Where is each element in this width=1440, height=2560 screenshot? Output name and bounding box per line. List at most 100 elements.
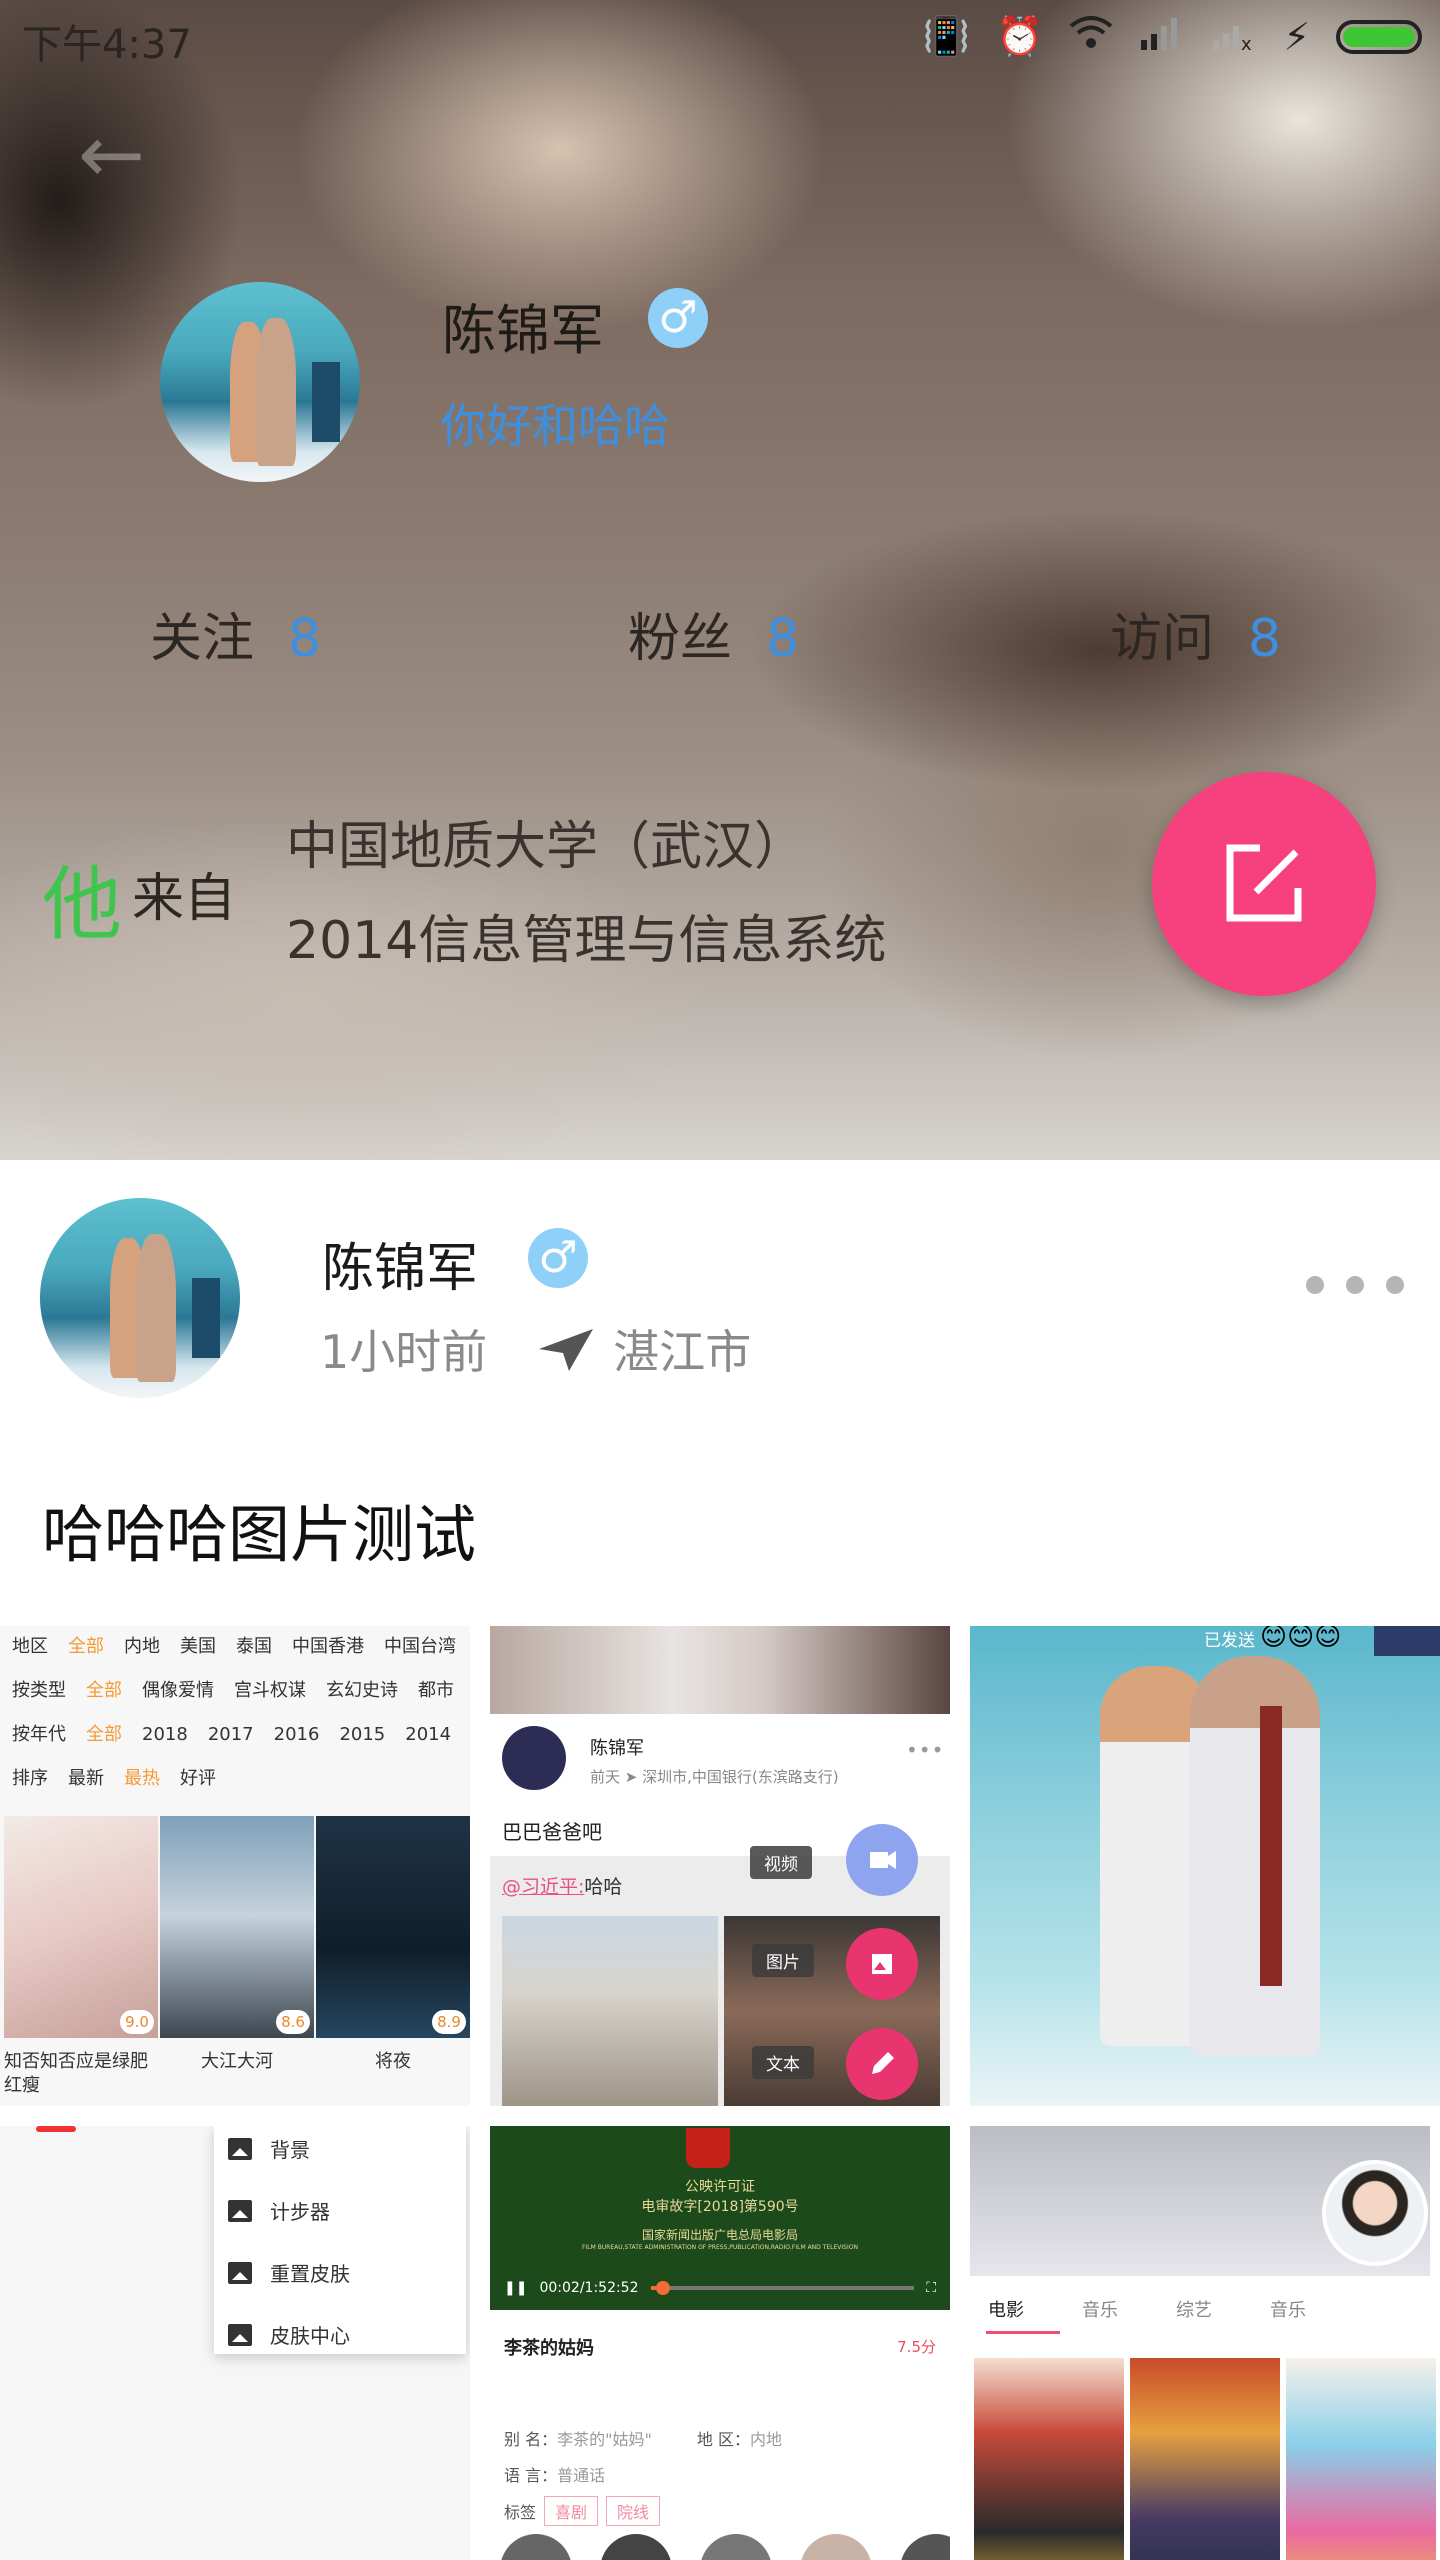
status-icons: 📳 ⏰ x ⚡ (923, 14, 1422, 59)
emoji-row: 😊😊😊 (1260, 1626, 1342, 1652)
signal-icon (1139, 15, 1185, 59)
menu-item-skin-center: 皮肤中心 (228, 2320, 350, 2349)
back-arrow-icon[interactable]: ← (78, 108, 145, 201)
post-image-4[interactable]: 背景 计步器 重置皮肤 皮肤中心 (0, 2126, 470, 2560)
license-line: 公映许可证 (685, 2179, 755, 2195)
post-time: 1小时前 (320, 1325, 488, 1379)
poster-title: 知否知否应是绿肥红瘦 (4, 2051, 148, 2096)
sent-label: 已发送 (1204, 1631, 1255, 1651)
post-image-1[interactable]: 地区 全部 内地 美国 泰国 中国香港 中国台湾 按类型 全部 偶像爱情 宫斗权谋 玄幻史诗 都市 按… (0, 1626, 470, 2106)
video-camera-icon (846, 1824, 918, 1896)
tab-movie: 电影 (986, 2276, 1082, 2340)
fullscreen-icon: ⛶ (926, 2280, 936, 2296)
movie-score: 7.5分 (897, 2338, 936, 2356)
feed-avatar (502, 1726, 566, 1790)
video-player: 公映许可证 电审故字[2018]第590号 国家新闻出版广电总局电影局 FILM… (490, 2126, 950, 2310)
location-arrow-icon (539, 1329, 594, 1371)
stat-fans-label: 粉丝 (628, 609, 733, 669)
image-icon (228, 2323, 252, 2346)
poster-title: 将夜 (375, 2051, 411, 2072)
feed-link-line: @习近平:哈哈 (502, 1876, 623, 1898)
feed-image-1 (502, 1916, 718, 2106)
movie-language: 语 言：普通话 (504, 2466, 606, 2485)
user-avatar (1322, 2160, 1428, 2266)
status-time: 下午4:37 (22, 22, 192, 68)
poster-2: 8.6 (160, 1816, 314, 2038)
stat-visits[interactable]: 访问 8 (1110, 596, 1281, 671)
red-mark (36, 2126, 76, 2132)
stat-fans[interactable]: 粉丝 8 (628, 596, 799, 671)
filter-row-year: 按年代全部2018201720162015201420 (12, 1724, 452, 1745)
post-meta: 1小时前 湛江市 (320, 1316, 751, 1382)
filter-row-type: 按类型 全部 偶像爱情 宫斗权谋 玄幻史诗 都市 (12, 1680, 454, 1701)
school-major: 2014信息管理与信息系统 (286, 911, 887, 971)
pencil-icon (846, 2028, 918, 2100)
school-info: 中国地质大学（武汉） 2014信息管理与信息系统 (286, 800, 886, 988)
movie-poster (1130, 2358, 1280, 2560)
from-pronoun: 他 (42, 858, 122, 951)
poster-1: 9.0 (4, 1816, 158, 2038)
emblem (686, 2128, 730, 2168)
from-label: 来自 (132, 869, 237, 929)
image-icon (846, 1928, 918, 2000)
feed-meta: 前天 ➤ 深圳市,中国银行(东滨路支行) (590, 1768, 839, 1786)
edit-icon (1226, 844, 1302, 922)
stat-following[interactable]: 关注 8 (150, 596, 321, 671)
image-label: 图片 (752, 1944, 814, 1977)
male-gender-icon: ♂ (528, 1228, 588, 1288)
video-label: 视频 (750, 1846, 812, 1879)
more-options-icon[interactable] (1306, 1276, 1404, 1294)
tab-variety: 综艺 (1176, 2300, 1212, 2321)
poster-title: 大江大河 (201, 2051, 273, 2072)
post-image-5[interactable]: 公映许可证 电审故字[2018]第590号 国家新闻出版广电总局电影局 FILM… (490, 2126, 950, 2560)
poster-score: 8.6 (276, 2010, 310, 2034)
poster-3: 8.9 (316, 1816, 470, 2038)
text-label: 文本 (752, 2046, 814, 2079)
post-image-3[interactable]: 已发送 😊😊😊 (970, 1626, 1440, 2106)
license-line: 电审故字[2018]第590号 (641, 2199, 799, 2215)
profile-name: 陈锦军 (442, 299, 604, 362)
alarm-icon: ⏰ (995, 14, 1044, 58)
poster-score: 9.0 (120, 2010, 154, 2034)
photo-strip (490, 1626, 950, 1714)
pause-icon: ❚❚ (504, 2280, 528, 2296)
movie-alias-region: 别 名：李茶的"姑妈" 地 区：内地 (504, 2430, 783, 2449)
menu-item-reset-skin: 重置皮肤 (228, 2258, 350, 2287)
license-line: FILM BUREAU,STATE ADMINISTRATION OF PRES… (582, 2244, 858, 2251)
menu-item-pedometer: 计步器 (228, 2196, 330, 2225)
profile-signature: 你好和哈哈 (440, 399, 670, 453)
filter-row-sort: 排序 最新 最热 好评 (12, 1768, 216, 1789)
stat-visits-value: 8 (1248, 609, 1282, 669)
post-image-2[interactable]: 陈锦军 前天 ➤ 深圳市,中国银行(东滨路支行) ••• 巴巴爸爸吧 @习近平:… (490, 1626, 950, 2106)
cast-avatar (900, 2534, 950, 2560)
movie-poster (1286, 2358, 1436, 2560)
tab-music: 音乐 (1082, 2300, 1118, 2321)
movie-poster (974, 2358, 1124, 2560)
video-controls: ❚❚ 00:02/1:52:52 ⛶ (490, 2266, 950, 2310)
category-tabs: 电影 音乐 综艺 音乐 (970, 2276, 1430, 2340)
popup-menu: 背景 计步器 重置皮肤 皮肤中心 (214, 2126, 466, 2354)
post-location: 湛江市 (613, 1325, 752, 1379)
stat-fans-value: 8 (766, 609, 800, 669)
profile-header: 下午4:37 📳 ⏰ x ⚡ ← 陈锦军 ♂ 你好和哈哈 关注 8 粉丝 8 访问 8… (0, 0, 1440, 1160)
cast-avatar (700, 2534, 772, 2560)
image-icon (228, 2261, 252, 2284)
cast-avatar (800, 2534, 872, 2560)
vibrate-off-icon: 📳 (922, 14, 970, 58)
video-progress (650, 2281, 915, 2295)
tab-music-2: 音乐 (1270, 2300, 1306, 2321)
more-options-icon: ••• (906, 1738, 945, 1762)
stat-visits-label: 访问 (1110, 609, 1215, 669)
signal-off-icon: x (1211, 15, 1257, 59)
post-image-6[interactable]: 电影 音乐 综艺 音乐 (970, 2126, 1440, 2560)
movie-title: 李茶的姑妈 (504, 2338, 594, 2359)
post-author-name[interactable]: 陈锦军 (322, 1226, 478, 1301)
school-name: 中国地质大学（武汉） (286, 817, 807, 877)
image-icon (228, 2199, 252, 2222)
edit-fab-button[interactable] (1152, 772, 1376, 996)
post-author-avatar[interactable] (40, 1198, 240, 1398)
male-gender-icon: ♂ (648, 288, 708, 348)
wifi-icon (1069, 15, 1113, 59)
charging-icon: ⚡ (1283, 14, 1310, 59)
profile-avatar[interactable] (160, 282, 360, 482)
